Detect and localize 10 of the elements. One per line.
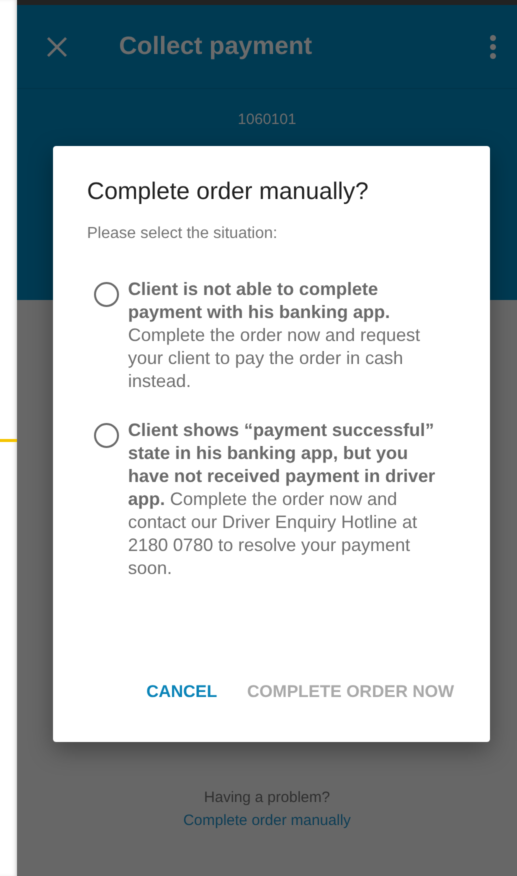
screen-title: Collect payment [119, 32, 314, 61]
dialog-title: Complete order manually? [87, 177, 370, 207]
radio-button[interactable] [94, 282, 119, 307]
option-text[interactable]: Client is not able to complete payment with his banking app. Complete the order now and request your client to pay the order in cash instead. [128, 278, 446, 393]
dialog-subtitle: Please select the situation: [87, 224, 278, 244]
radio-button[interactable] [94, 423, 119, 448]
order-number: 1060101 [238, 111, 296, 129]
option-text[interactable]: Client shows “payment successful” state in his banking app, but you have not received payment in driver app. Complete the order now and contact our Driver Enquiry Hotline at 2180 0780 to resolve your payment soon. [128, 419, 446, 580]
help-question: Having a problem? [204, 788, 330, 808]
cancel-button[interactable]: CANCEL [138, 676, 226, 708]
